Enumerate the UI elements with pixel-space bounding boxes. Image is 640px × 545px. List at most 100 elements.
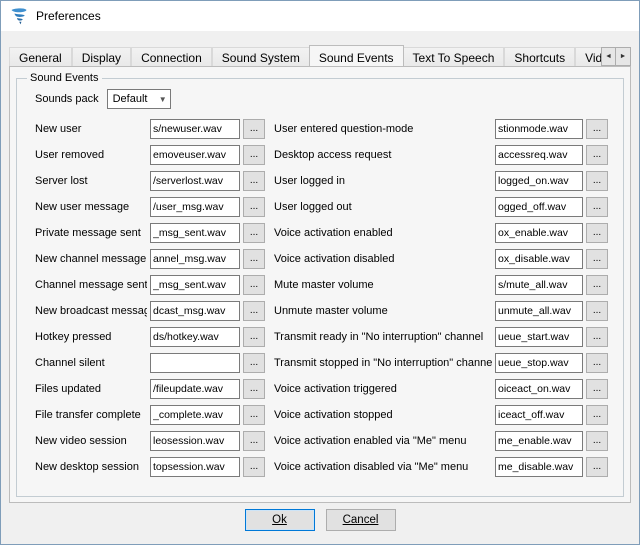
sound-file-input[interactable] bbox=[150, 327, 240, 347]
sound-event-label: Transmit stopped in "No interruption" ch… bbox=[274, 357, 492, 369]
sound-event-row: Voice activation triggered... bbox=[274, 379, 608, 399]
tab-scroll-right-button[interactable]: ► bbox=[616, 47, 631, 66]
browse-button[interactable]: ... bbox=[586, 223, 608, 243]
tab-scrollers: ◄ ► bbox=[601, 47, 631, 66]
sound-event-label: Voice activation triggered bbox=[274, 383, 492, 395]
sound-event-row: Desktop access request... bbox=[274, 145, 608, 165]
browse-button[interactable]: ... bbox=[243, 327, 265, 347]
browse-button[interactable]: ... bbox=[586, 353, 608, 373]
sound-file-input[interactable] bbox=[150, 145, 240, 165]
sound-event-row: Private message sent... bbox=[35, 223, 265, 243]
browse-button[interactable]: ... bbox=[586, 405, 608, 425]
sound-event-label: Channel message sent bbox=[35, 279, 147, 291]
sound-event-label: New channel message bbox=[35, 253, 147, 265]
sound-file-input[interactable] bbox=[495, 431, 583, 451]
sound-file-input[interactable] bbox=[495, 223, 583, 243]
cancel-button[interactable]: Cancel bbox=[326, 509, 396, 531]
browse-button[interactable]: ... bbox=[243, 353, 265, 373]
sound-file-input[interactable] bbox=[495, 405, 583, 425]
tab-sound-events[interactable]: Sound Events bbox=[309, 45, 404, 66]
sound-file-input[interactable] bbox=[495, 119, 583, 139]
ok-button[interactable]: Ok bbox=[245, 509, 315, 531]
sound-event-row: Hotkey pressed... bbox=[35, 327, 265, 347]
sound-event-label: User removed bbox=[35, 149, 147, 161]
browse-button[interactable]: ... bbox=[243, 301, 265, 321]
sound-file-input[interactable] bbox=[150, 119, 240, 139]
sound-file-input[interactable] bbox=[150, 223, 240, 243]
browse-button[interactable]: ... bbox=[586, 275, 608, 295]
sound-event-label: New user bbox=[35, 123, 147, 135]
browse-button[interactable]: ... bbox=[243, 457, 265, 477]
sound-event-label: Transmit ready in "No interruption" chan… bbox=[274, 331, 492, 343]
sound-event-label: Voice activation enabled bbox=[274, 227, 492, 239]
browse-button[interactable]: ... bbox=[586, 379, 608, 399]
sound-file-input[interactable] bbox=[150, 249, 240, 269]
sound-event-row: Transmit ready in "No interruption" chan… bbox=[274, 327, 608, 347]
sound-event-label: New video session bbox=[35, 435, 147, 447]
sounds-pack-label: Sounds pack bbox=[35, 93, 99, 105]
browse-button[interactable]: ... bbox=[243, 223, 265, 243]
sound-event-label: New user message bbox=[35, 201, 147, 213]
sound-file-input[interactable] bbox=[150, 353, 240, 373]
browse-button[interactable]: ... bbox=[586, 197, 608, 217]
browse-button[interactable]: ... bbox=[243, 119, 265, 139]
sound-file-input[interactable] bbox=[495, 171, 583, 191]
tab-general[interactable]: General bbox=[9, 47, 72, 66]
browse-button[interactable]: ... bbox=[243, 379, 265, 399]
tab-text-to-speech[interactable]: Text To Speech bbox=[403, 47, 505, 66]
sound-file-input[interactable] bbox=[495, 457, 583, 477]
sound-file-input[interactable] bbox=[150, 275, 240, 295]
teamtalk-logo-icon bbox=[10, 7, 28, 25]
sound-file-input[interactable] bbox=[150, 405, 240, 425]
sound-file-input[interactable] bbox=[495, 301, 583, 321]
tab-scroll-left-button[interactable]: ◄ bbox=[601, 47, 616, 66]
sound-event-label: Unmute master volume bbox=[274, 305, 492, 317]
sound-event-label: New desktop session bbox=[35, 461, 147, 473]
sound-file-input[interactable] bbox=[150, 457, 240, 477]
sound-event-label: Server lost bbox=[35, 175, 147, 187]
tab-sound-system[interactable]: Sound System bbox=[212, 47, 310, 66]
browse-button[interactable]: ... bbox=[586, 327, 608, 347]
sound-file-input[interactable] bbox=[495, 379, 583, 399]
sounds-pack-select[interactable]: Default ▼ bbox=[107, 89, 171, 109]
tab-shortcuts[interactable]: Shortcuts bbox=[504, 47, 575, 66]
sound-events-tab-page: Sound Events Sounds pack Default ▼ New u… bbox=[9, 66, 631, 503]
browse-button[interactable]: ... bbox=[243, 197, 265, 217]
browse-button[interactable]: ... bbox=[586, 119, 608, 139]
preferences-window: Preferences GeneralDisplayConnectionSoun… bbox=[0, 0, 640, 545]
browse-button[interactable]: ... bbox=[586, 249, 608, 269]
browse-button[interactable]: ... bbox=[586, 171, 608, 191]
browse-button[interactable]: ... bbox=[586, 431, 608, 451]
sound-file-input[interactable] bbox=[495, 327, 583, 347]
tab-video[interactable]: Video bbox=[575, 47, 601, 66]
sound-file-input[interactable] bbox=[150, 379, 240, 399]
sound-event-row: User logged out... bbox=[274, 197, 608, 217]
sound-file-input[interactable] bbox=[495, 197, 583, 217]
sound-file-input[interactable] bbox=[495, 275, 583, 295]
browse-button[interactable]: ... bbox=[243, 405, 265, 425]
browse-button[interactable]: ... bbox=[586, 457, 608, 477]
sound-event-label: User entered question-mode bbox=[274, 123, 492, 135]
sound-event-row: Voice activation stopped... bbox=[274, 405, 608, 425]
browse-button[interactable]: ... bbox=[243, 431, 265, 451]
sound-events-right-column: User entered question-mode...Desktop acc… bbox=[274, 119, 608, 483]
sound-event-label: Desktop access request bbox=[274, 149, 492, 161]
sound-event-row: New user... bbox=[35, 119, 265, 139]
sound-file-input[interactable] bbox=[495, 353, 583, 373]
browse-button[interactable]: ... bbox=[243, 145, 265, 165]
sound-file-input[interactable] bbox=[495, 249, 583, 269]
sound-event-label: User logged in bbox=[274, 175, 492, 187]
sound-file-input[interactable] bbox=[150, 171, 240, 191]
browse-button[interactable]: ... bbox=[586, 145, 608, 165]
tab-display[interactable]: Display bbox=[72, 47, 131, 66]
sound-file-input[interactable] bbox=[150, 301, 240, 321]
browse-button[interactable]: ... bbox=[243, 171, 265, 191]
sound-file-input[interactable] bbox=[150, 431, 240, 451]
browse-button[interactable]: ... bbox=[586, 301, 608, 321]
tab-connection[interactable]: Connection bbox=[131, 47, 212, 66]
browse-button[interactable]: ... bbox=[243, 249, 265, 269]
browse-button[interactable]: ... bbox=[243, 275, 265, 295]
sound-file-input[interactable] bbox=[150, 197, 240, 217]
sound-file-input[interactable] bbox=[495, 145, 583, 165]
group-title: Sound Events bbox=[27, 72, 102, 84]
